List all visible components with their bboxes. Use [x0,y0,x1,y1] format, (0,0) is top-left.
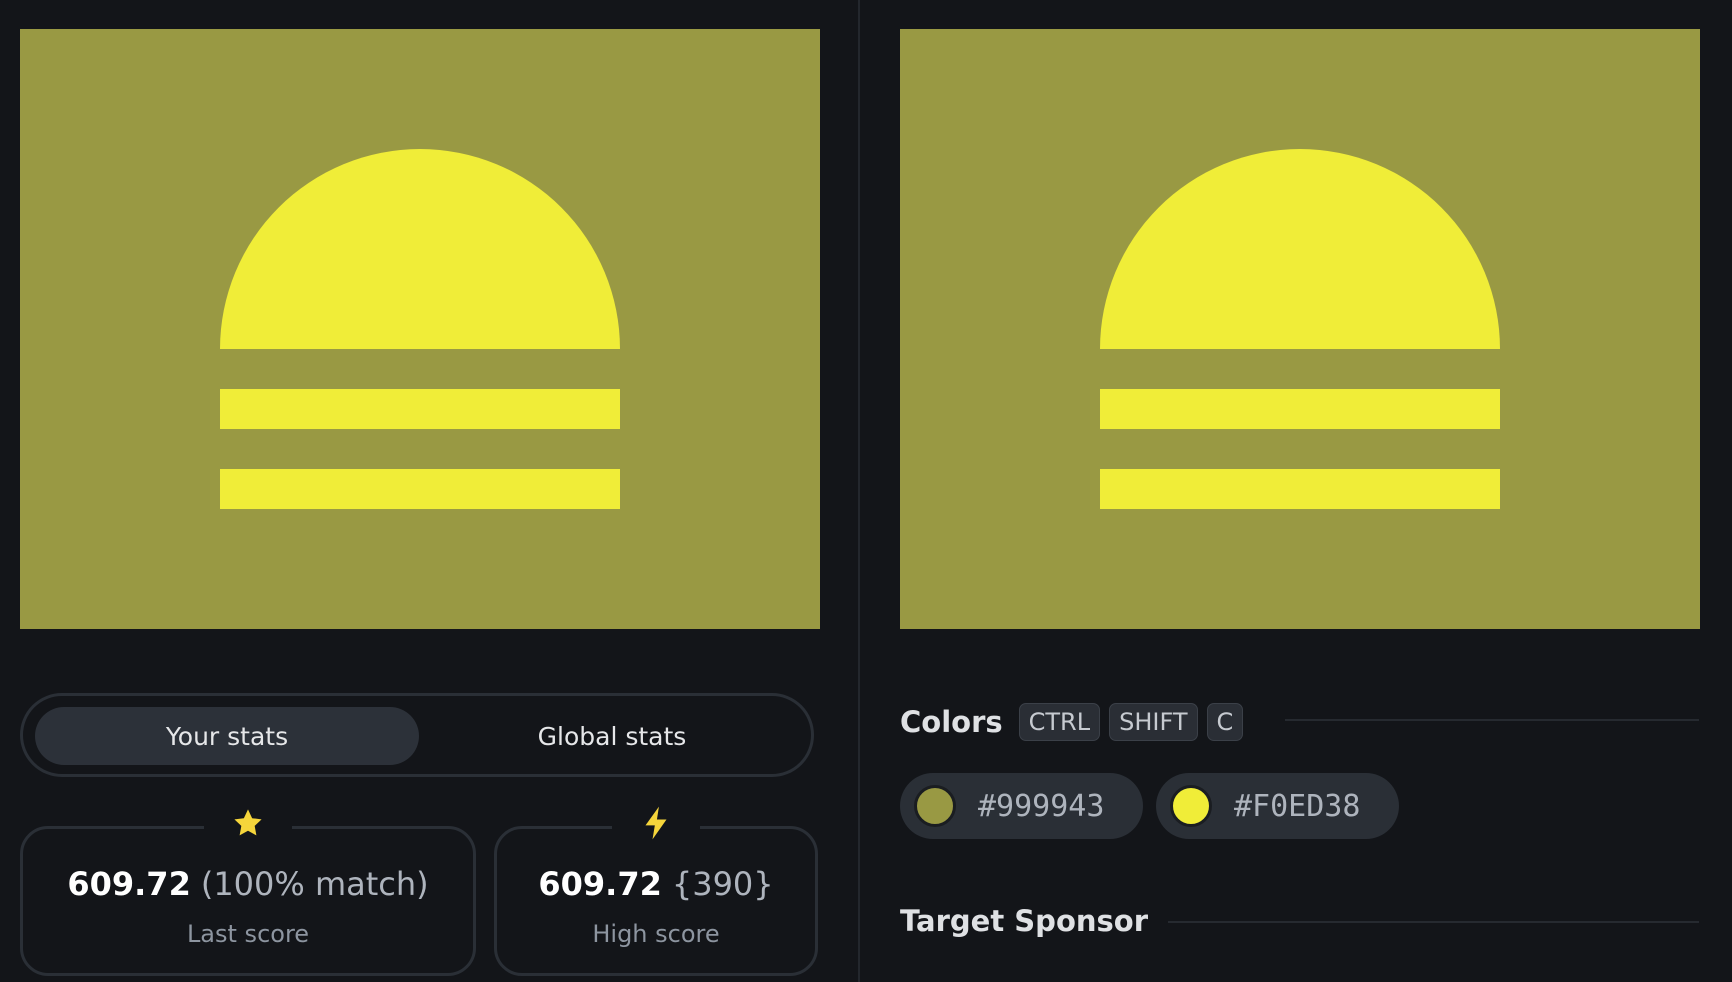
last-score-value: 609.72 [67,865,191,903]
tab-global-stats[interactable]: Global stats [420,707,804,765]
target-bar-top [1100,389,1500,429]
star-icon [204,803,292,843]
target-bar-bottom [1100,469,1500,509]
sponsor-divider [1168,921,1699,923]
output-bar-top [220,389,620,429]
shortcut-key-shift: SHIFT [1109,703,1198,741]
output-bar-bottom [220,469,620,509]
output-drawing [20,29,820,629]
target-preview [900,29,1700,629]
high-score-label: High score [592,920,720,948]
color-code-1: #999943 [978,788,1105,824]
color-swatch-2 [1170,785,1212,827]
bolt-icon [612,803,700,843]
panel-divider [858,0,860,982]
color-code-2: #F0ED38 [1234,788,1361,824]
high-score-line: 609.72 {390} [497,865,815,903]
colors-divider [1285,719,1699,721]
colors-title: Colors [900,705,1003,739]
stats-toggle: Your stats Global stats [20,693,814,777]
sponsor-title: Target Sponsor [900,904,1149,938]
color-swatch-1 [914,785,956,827]
last-score-card: 609.72 (100% match) Last score [20,803,476,976]
last-score-label: Last score [186,920,310,948]
output-preview [20,29,820,629]
high-score-chars: {390} [671,865,774,903]
high-score-value: 609.72 [538,865,662,903]
high-score-card: 609.72 {390} High score [494,803,818,976]
color-chip-2[interactable]: #F0ED38 [1156,773,1399,839]
shortcut-key-ctrl: CTRL [1018,703,1101,741]
color-chip-1[interactable]: #999943 [900,773,1143,839]
tab-your-stats[interactable]: Your stats [35,707,419,765]
shortcut-key-c: C [1206,703,1244,741]
target-drawing [900,29,1700,629]
last-score-line: 609.72 (100% match) [23,865,473,903]
last-score-match: (100% match) [200,865,429,903]
colors-header: Colors CTRL SHIFT C [900,700,1252,744]
